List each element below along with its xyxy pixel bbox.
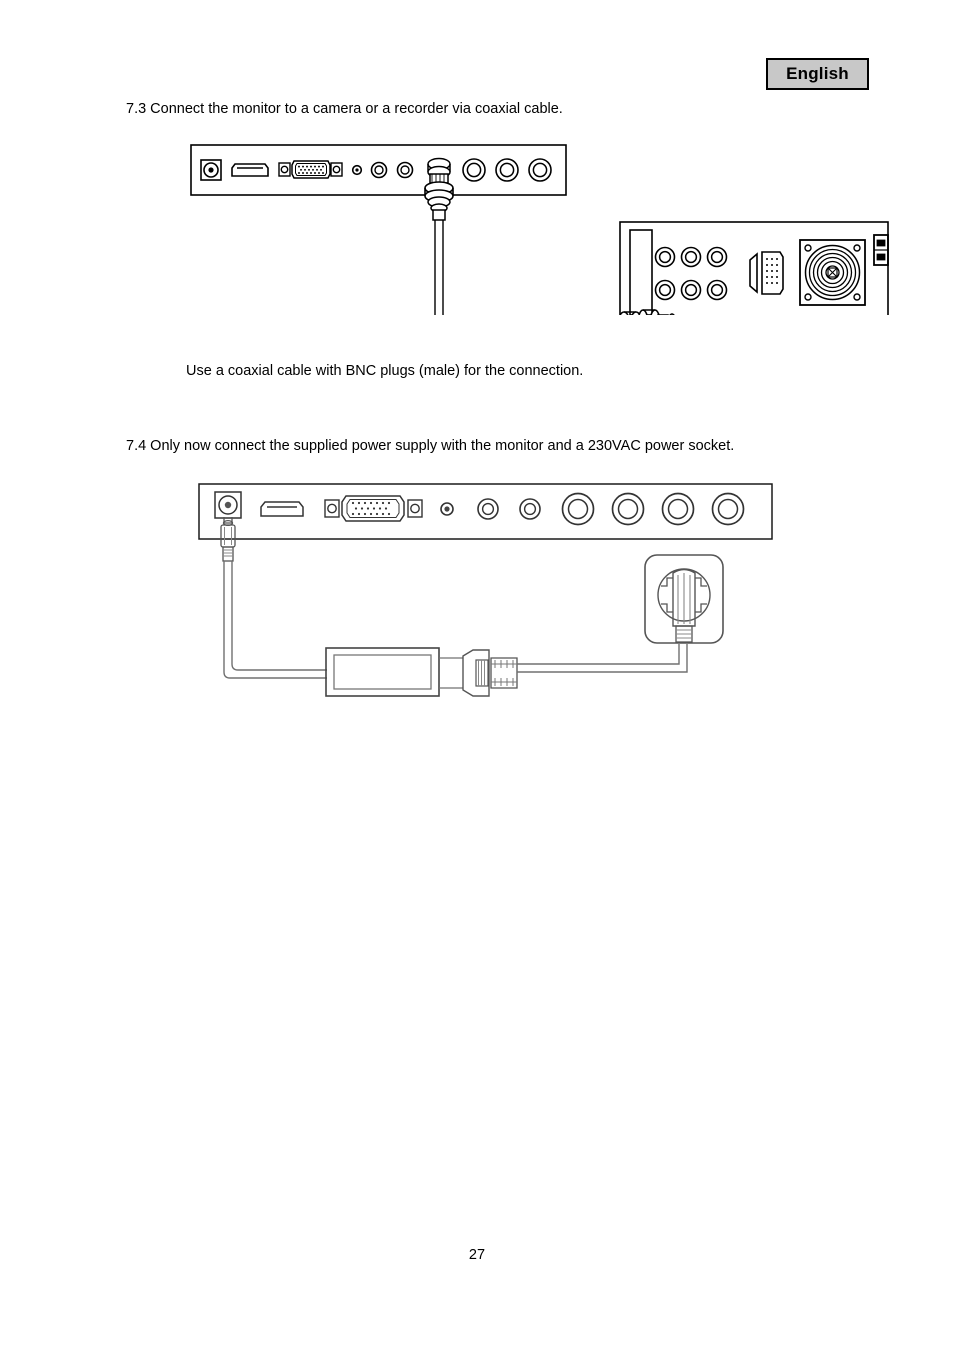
power-supply-brick: [325, 647, 440, 697]
step-7-4-text: 7.4 Only now connect the supplied power …: [126, 438, 735, 454]
led-indicator-icon: [351, 164, 363, 176]
figure-power-connection: [195, 478, 795, 703]
document-page: English 7.3 Connect the monitor to a cam…: [0, 0, 954, 1350]
dc-power-jack-connected-icon: [214, 491, 242, 562]
vga-port-icon: [278, 160, 343, 179]
bnc-jack-icon-4: [711, 492, 745, 526]
step-7-3-text: 7.3 Connect the monitor to a camera or a…: [126, 101, 563, 117]
cooling-fan-icon: [799, 239, 866, 306]
bnc-jack-icon-3: [528, 158, 552, 182]
page-number: 27: [468, 1247, 486, 1263]
figure-coaxial-connection: [180, 130, 900, 337]
bnc-jack-icon: [706, 246, 728, 268]
bnc-plug-recorder-icon: [617, 309, 677, 337]
hdmi-port-icon: [260, 501, 304, 517]
psu-output-cable: [439, 657, 463, 689]
bnc-jack-icon: [654, 246, 676, 268]
bnc-plug-monitor-icon: [424, 157, 454, 221]
bnc-jack-icon: [680, 279, 702, 301]
led-indicator-icon: [440, 502, 454, 516]
recorder-panel-outline: [619, 221, 889, 323]
mains-cable-connector: [462, 649, 518, 697]
monitor-panel-outline: [198, 483, 773, 540]
mains-cable: [517, 644, 688, 673]
dc-power-jack-icon: [200, 159, 222, 181]
audio-jack-icon-2: [396, 161, 414, 179]
iec-power-socket-icon: [873, 234, 889, 266]
bnc-jack-icon: [654, 279, 676, 301]
monitor-panel-outline: [190, 144, 567, 196]
vga-port-icon: [324, 495, 423, 522]
coax-cable-note: Use a coaxial cable with BNC plugs (male…: [186, 363, 584, 379]
recorder-bnc-array: [654, 246, 728, 301]
bnc-jack-icon-3: [661, 492, 695, 526]
audio-jack-icon-1: [477, 498, 499, 520]
bnc-jack-icon-1: [561, 492, 595, 526]
bnc-jack-icon-1: [462, 158, 486, 182]
bnc-jack-icon-2: [611, 492, 645, 526]
bnc-jack-icon: [706, 279, 728, 301]
hdmi-port-icon: [231, 163, 269, 177]
recorder-bnc-bracket: [629, 229, 653, 316]
recorder-vga-port-icon: [749, 251, 784, 295]
bnc-jack-icon-2: [495, 158, 519, 182]
audio-jack-icon-2: [519, 498, 541, 520]
bnc-jack-icon: [680, 246, 702, 268]
coaxial-cable-path: [434, 220, 625, 327]
language-badge: English: [766, 58, 869, 90]
dc-power-cable: [223, 561, 327, 679]
wall-socket: [644, 554, 724, 644]
audio-jack-icon-1: [370, 161, 388, 179]
